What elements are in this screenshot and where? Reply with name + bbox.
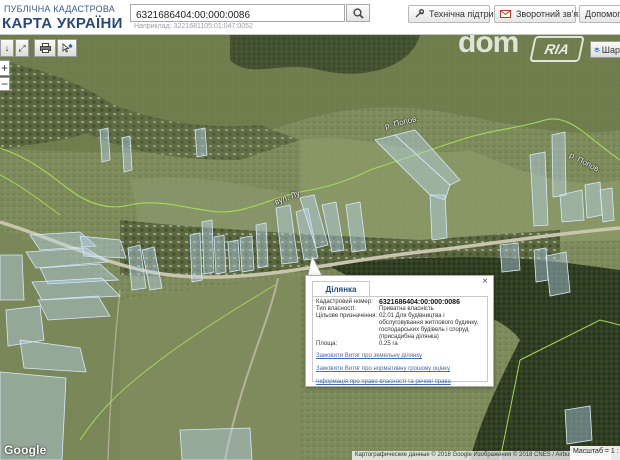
map-toolbar: ↓ ⤢ [0, 39, 78, 59]
measure-tool-label: ↓ [4, 43, 10, 53]
fullscreen-tool-button[interactable]: ⤢ [15, 39, 29, 57]
brand-subtitle: ПУБЛІЧНА КАДАСТРОВА [4, 4, 115, 14]
popup-pointer [307, 256, 323, 276]
envelope-icon [500, 10, 511, 18]
brand-title: КАРТА УКРАЇНИ [2, 15, 123, 32]
print-button[interactable] [34, 39, 56, 57]
layers-button[interactable]: Шари [590, 41, 620, 58]
order-parcel-extract-link[interactable]: Замовити Витяг про земельну ділянку [316, 353, 484, 359]
watermark-ria-text: RIA [529, 36, 585, 62]
parcel-value: 02.01 Для будівництва і обслуговування ж… [379, 313, 479, 340]
info-tool-button[interactable] [57, 39, 77, 57]
map-scale: Масштаб = 1 : 8541 [570, 446, 620, 460]
zoom-out-button[interactable]: − [0, 77, 10, 91]
parcel-value: 6321686404:00:000:0086 [379, 299, 460, 306]
parcel-row-cadastral: Кадастровий номер: 6321686404:00:000:008… [316, 299, 484, 306]
help-label: Допомога [585, 9, 620, 19]
cadastral-search-input[interactable] [131, 7, 344, 24]
parcel-details: Кадастровий номер: 6321686404:00:000:008… [312, 296, 488, 385]
search-icon [352, 7, 364, 19]
search-button[interactable] [346, 4, 370, 22]
printer-icon [39, 43, 51, 53]
parcel-row-purpose: Цільове призначення: 02.01 Для будівницт… [316, 313, 484, 341]
parcel-info-popup: × Ділянка Кадастровий номер: 6321686404:… [305, 275, 494, 387]
parcel-key: Площа: [316, 341, 338, 347]
zoom-in-button[interactable]: + [0, 60, 10, 76]
cadastral-search-box [130, 4, 345, 24]
close-icon[interactable]: × [480, 277, 490, 287]
parcel-value: 0.25 га [379, 341, 398, 347]
pointer-info-icon [62, 43, 72, 53]
top-header: ПУБЛІЧНА КАДАСТРОВА КАРТА УКРАЇНИ Наприк… [0, 0, 620, 35]
parcel-key: Кадастровий номер: [316, 299, 373, 305]
tab-parcel[interactable]: Ділянка [312, 281, 370, 296]
ownership-info-link[interactable]: Інформація про право власності та речові… [316, 379, 484, 385]
fullscreen-tool-label: ⤢ [18, 42, 26, 53]
parcel-key: Цільове призначення: [316, 313, 378, 319]
order-valuation-extract-link[interactable]: Замовити Витяг про нормативну грошову оц… [316, 366, 484, 372]
tech-support-button[interactable]: Технічна підтримка [408, 5, 509, 23]
parcel-row-area: Площа: 0.25 га [316, 341, 484, 348]
parcel-value: Приватна власність [379, 306, 434, 312]
google-logo: Google [4, 443, 47, 457]
layers-label: Шари [601, 44, 620, 55]
feedback-button[interactable]: Зворотний зв'язок [494, 5, 591, 23]
parcel-row-ownership: Тип власності: Приватна власність [316, 306, 484, 313]
search-hint: Наприклад: 3221681105:01:047:0052 [134, 23, 253, 30]
wrench-icon [414, 9, 424, 19]
help-button[interactable]: Допомога [579, 5, 620, 23]
parcel-key: Тип власності: [316, 306, 356, 312]
measure-tool-button[interactable]: ↓ [0, 39, 14, 57]
layers-icon [594, 47, 600, 52]
